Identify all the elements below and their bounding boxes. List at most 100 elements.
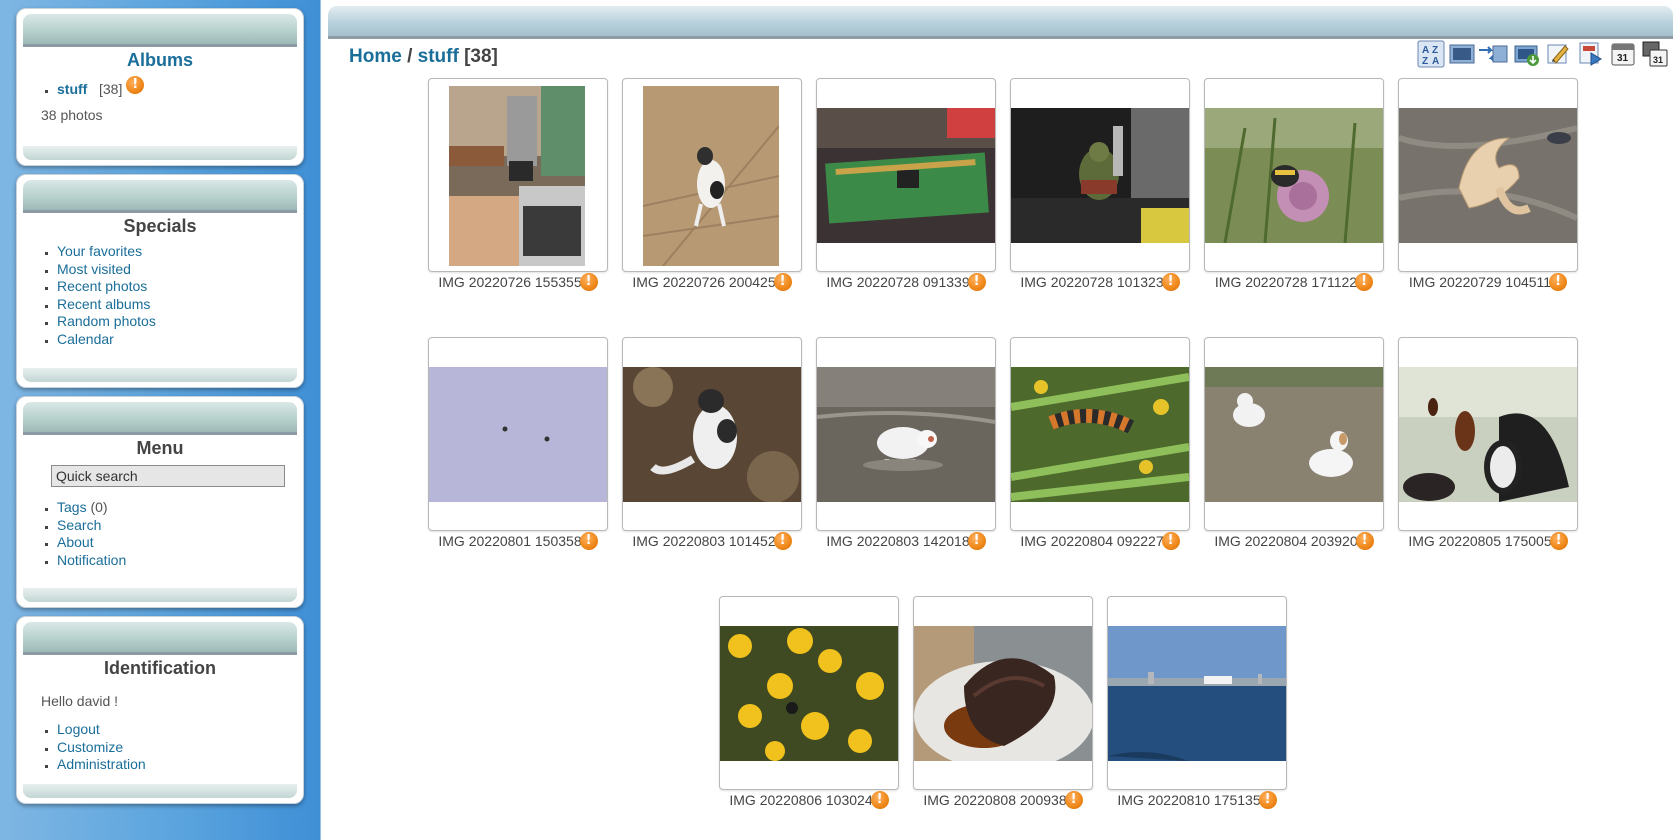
photo-image-dog-in-shade[interactable] xyxy=(623,367,801,502)
warning-icon: ! xyxy=(967,532,986,551)
photo-thumbnail[interactable]: IMG 20220803 101452! xyxy=(622,337,802,551)
album-link-stuff[interactable]: stuff xyxy=(57,81,87,97)
photo-frame[interactable] xyxy=(1107,596,1287,790)
warning-icon: ! xyxy=(1161,532,1180,551)
photo-image-bee-on-thistle[interactable] xyxy=(1205,108,1383,243)
photo-title[interactable]: IMG 20220728 171122 xyxy=(1215,274,1357,290)
photo-caption: IMG 20220808 200938! xyxy=(913,791,1093,810)
photo-title[interactable]: IMG 20220801 150358 xyxy=(438,533,581,549)
search-link[interactable]: Search xyxy=(57,517,101,533)
photo-title[interactable]: IMG 20220803 142018 xyxy=(826,533,969,549)
photo-thumbnail[interactable]: IMG 20220801 150358! xyxy=(428,337,608,551)
photo-title[interactable]: IMG 20220728 101323 xyxy=(1020,274,1163,290)
photo-thumbnail[interactable]: IMG 20220726 155355! xyxy=(428,78,608,292)
calendar-icon[interactable]: 31 xyxy=(1609,40,1637,68)
photo-frame[interactable] xyxy=(622,337,802,531)
photo-image-sky[interactable] xyxy=(429,367,607,502)
display-mode-icon[interactable] xyxy=(1449,40,1509,68)
photo-image-caterpillar[interactable] xyxy=(1011,367,1189,502)
calendar-post-icon[interactable]: 31 xyxy=(1641,40,1669,68)
about-link[interactable]: About xyxy=(57,534,94,550)
warning-icon: ! xyxy=(967,273,986,292)
svg-text:A: A xyxy=(1432,56,1439,67)
photo-thumbnail[interactable]: IMG 20220728 101323! xyxy=(1010,78,1190,292)
photo-caption: IMG 20220801 150358! xyxy=(428,532,608,551)
logout-link[interactable]: Logout xyxy=(57,721,100,737)
menu-item-notification: Notification xyxy=(57,552,303,570)
photo-thumbnail[interactable]: IMG 20220728 171122! xyxy=(1204,78,1384,292)
photo-frame[interactable] xyxy=(1010,78,1190,272)
sort-az-icon[interactable]: AZZA xyxy=(1417,40,1445,68)
photo-thumbnail[interactable]: IMG 20220729 104511! xyxy=(1398,78,1578,292)
photo-title[interactable]: IMG 20220726 200425 xyxy=(632,274,775,290)
photo-title[interactable]: IMG 20220808 200938 xyxy=(923,792,1066,808)
download-icon[interactable] xyxy=(1513,40,1541,68)
administration-link[interactable]: Administration xyxy=(57,756,146,772)
photo-image-two-dogs-on-grass[interactable] xyxy=(1205,367,1383,502)
photo-image-figurine[interactable] xyxy=(1011,108,1189,243)
photo-title[interactable]: IMG 20220810 175135 xyxy=(1117,792,1260,808)
tags-count: (0) xyxy=(90,499,108,515)
breadcrumb-home[interactable]: Home xyxy=(349,46,402,67)
photo-title[interactable]: IMG 20220803 101452 xyxy=(632,533,775,549)
photo-image-yellow-flowers[interactable] xyxy=(720,626,898,761)
photo-image-dog-in-water[interactable] xyxy=(817,367,995,502)
calendar-link[interactable]: Calendar xyxy=(57,331,114,347)
photo-frame[interactable] xyxy=(428,78,608,272)
photo-title[interactable]: IMG 20220805 175005 xyxy=(1408,533,1551,549)
identification-item-customize: Customize xyxy=(57,739,303,757)
customize-link[interactable]: Customize xyxy=(57,739,123,755)
photo-title[interactable]: IMG 20220806 103024 xyxy=(729,792,872,808)
photo-thumbnail[interactable]: IMG 20220726 200425! xyxy=(622,78,802,292)
photo-frame[interactable] xyxy=(1398,78,1578,272)
recent-photos-link[interactable]: Recent photos xyxy=(57,278,147,294)
photo-title[interactable]: IMG 20220728 091339 xyxy=(826,274,969,290)
photo-frame[interactable] xyxy=(816,337,996,531)
photo-thumbnail[interactable]: IMG 20220803 142018! xyxy=(816,337,996,551)
photo-frame[interactable] xyxy=(913,596,1093,790)
your-favorites-link[interactable]: Your favorites xyxy=(57,243,142,259)
edit-icon[interactable] xyxy=(1545,40,1573,68)
photo-frame[interactable] xyxy=(719,596,899,790)
photo-title[interactable]: IMG 20220804 092227 xyxy=(1020,533,1163,549)
tags-link[interactable]: Tags xyxy=(57,499,87,515)
photo-frame[interactable] xyxy=(1010,337,1190,531)
photo-image-meat-on-plate[interactable] xyxy=(914,626,1092,761)
photo-frame[interactable] xyxy=(1398,337,1578,531)
warning-icon: ! xyxy=(773,273,792,292)
photo-image-dog-on-sand[interactable] xyxy=(643,86,779,266)
photo-title[interactable]: IMG 20220804 203920 xyxy=(1214,533,1357,549)
photo-thumbnail[interactable]: IMG 20220806 103024! xyxy=(719,596,899,810)
specials-title: Specials xyxy=(123,216,197,236)
photo-image-crab-claw[interactable] xyxy=(1399,108,1577,243)
photo-title[interactable]: IMG 20220726 155355 xyxy=(438,274,581,290)
photo-thumbnail[interactable]: IMG 20220810 175135! xyxy=(1107,596,1287,810)
photo-thumbnail[interactable]: IMG 20220728 091339! xyxy=(816,78,996,292)
photo-image-kitchen[interactable] xyxy=(449,86,585,266)
photo-frame[interactable] xyxy=(1204,78,1384,272)
photo-caption: IMG 20220728 171122! xyxy=(1204,273,1384,292)
photo-image-beetles[interactable] xyxy=(1399,367,1577,502)
albums-title[interactable]: Albums xyxy=(17,50,303,71)
most-visited-link[interactable]: Most visited xyxy=(57,261,131,277)
svg-text:Z: Z xyxy=(1432,45,1438,56)
photo-thumbnail[interactable]: IMG 20220804 092227! xyxy=(1010,337,1190,551)
photo-frame[interactable] xyxy=(816,78,996,272)
photo-image-circuit-board[interactable] xyxy=(817,108,995,243)
slideshow-icon[interactable] xyxy=(1577,40,1605,68)
photo-frame[interactable] xyxy=(1204,337,1384,531)
breadcrumb-album[interactable]: stuff xyxy=(418,46,459,67)
random-photos-link[interactable]: Random photos xyxy=(57,313,156,329)
identification-list: Logout Customize Administration xyxy=(17,721,303,774)
quick-search-input[interactable] xyxy=(51,465,285,487)
photo-thumbnail[interactable]: IMG 20220804 203920! xyxy=(1204,337,1384,551)
photo-title[interactable]: IMG 20220729 104511 xyxy=(1409,274,1551,290)
warning-icon: ! xyxy=(579,532,598,551)
photo-frame[interactable] xyxy=(622,78,802,272)
photo-image-harbour-skyline[interactable] xyxy=(1108,626,1286,761)
photo-thumbnail[interactable]: IMG 20220808 200938! xyxy=(913,596,1093,810)
recent-albums-link[interactable]: Recent albums xyxy=(57,296,150,312)
photo-frame[interactable] xyxy=(428,337,608,531)
notification-link[interactable]: Notification xyxy=(57,552,126,568)
photo-thumbnail[interactable]: IMG 20220805 175005! xyxy=(1398,337,1578,551)
